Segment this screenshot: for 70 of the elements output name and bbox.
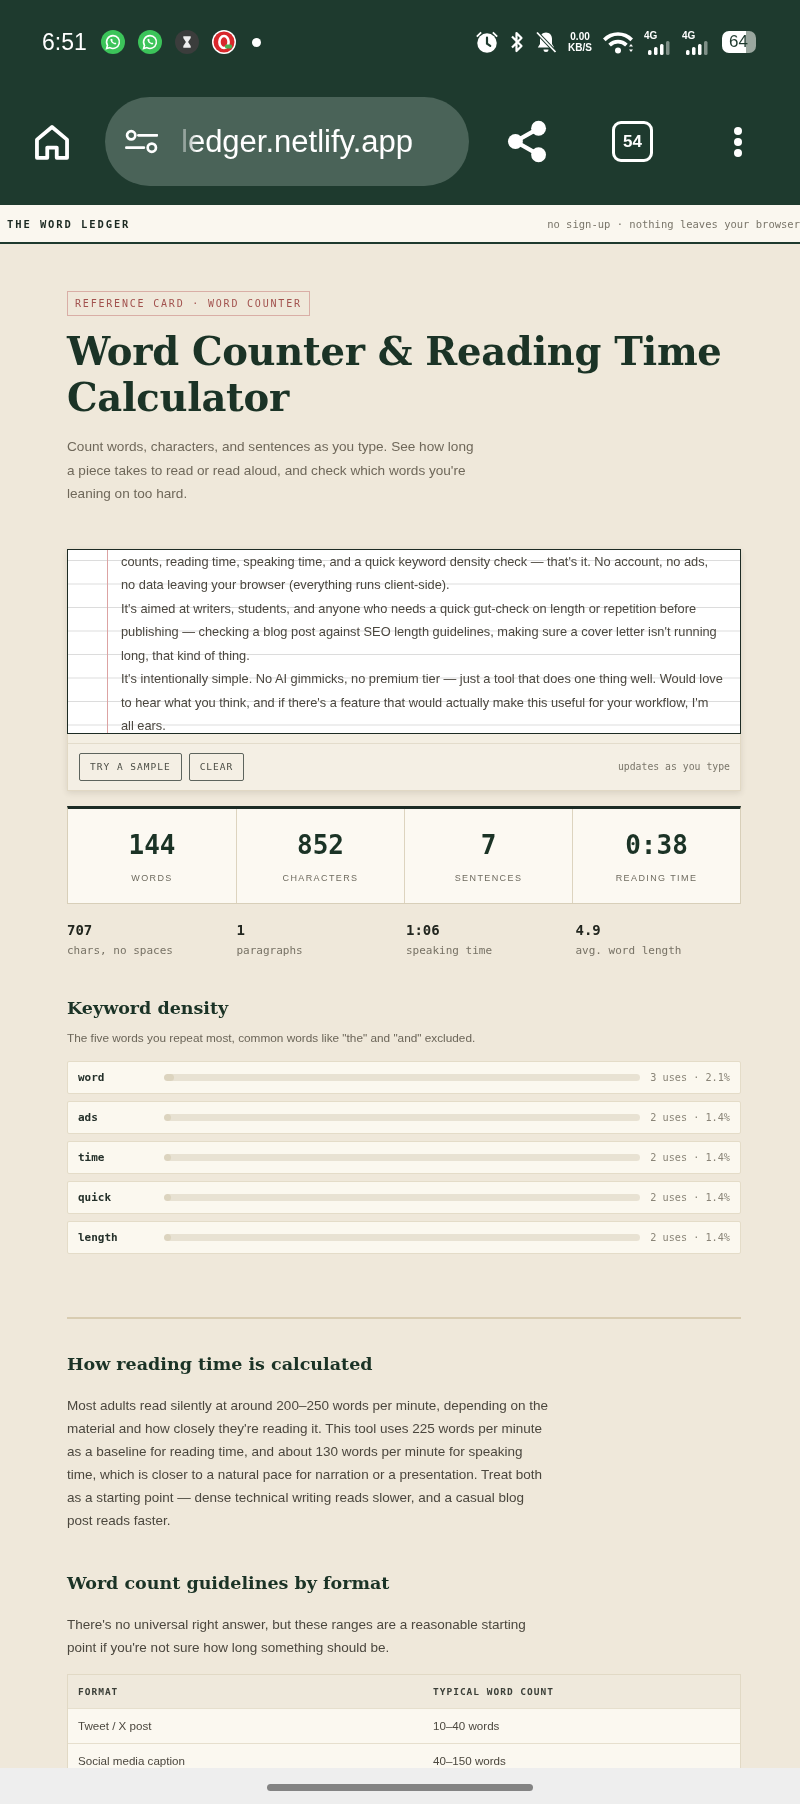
network-type-label: 4G bbox=[682, 29, 696, 41]
url-text[interactable]: ledger.netlify.app bbox=[181, 123, 414, 160]
keyword-text: quick bbox=[78, 1190, 113, 1204]
bluetooth-icon bbox=[510, 30, 525, 54]
share-button[interactable] bbox=[507, 120, 547, 163]
network-speed-value: 0.00 bbox=[570, 31, 590, 42]
chat-bubble-icon bbox=[137, 30, 162, 54]
intro-text: Count words, characters, and sentences as you type. See how long a piece takes to read or read aloud, and check which words you're leaning on too hard. bbox=[67, 438, 475, 503]
keyword-count: 2 uses · 1.4% bbox=[650, 1111, 730, 1123]
section-heading: How reading time is calculated bbox=[67, 1352, 373, 1376]
keyword-count: 2 uses · 1.4% bbox=[650, 1151, 730, 1163]
keyword-count: 2 uses · 1.4% bbox=[650, 1191, 730, 1203]
stat-label: speaking time bbox=[406, 942, 493, 959]
hourglass-icon bbox=[174, 30, 199, 54]
battery-indicator: 64 bbox=[722, 31, 756, 53]
network-type-label: 4G bbox=[644, 29, 658, 41]
tab-switcher-button[interactable]: 54 bbox=[612, 121, 653, 162]
table-cell: 40–150 words bbox=[423, 1742, 740, 1768]
stat-value: 7 bbox=[480, 829, 497, 860]
section-description: The five words you repeat most, common words like "the" and "and" excluded. bbox=[67, 1029, 476, 1047]
chat-bubble-icon bbox=[100, 30, 125, 54]
keyword-text: time bbox=[78, 1150, 106, 1164]
network-speed-unit: KB/S bbox=[568, 42, 592, 53]
stat-label: WORDS bbox=[131, 871, 173, 884]
home-icon bbox=[33, 122, 71, 161]
stat-value: 144 bbox=[128, 829, 176, 860]
stat-value: 707 bbox=[67, 920, 93, 940]
stat-label: SENTENCES bbox=[454, 871, 523, 884]
wifi-icon bbox=[602, 30, 634, 54]
address-bar[interactable]: ledger.netlify.app bbox=[105, 97, 469, 186]
stat-value: 852 bbox=[297, 829, 344, 860]
notification-dot-icon bbox=[251, 37, 261, 47]
share-icon bbox=[507, 120, 547, 163]
ring-icon bbox=[211, 30, 236, 54]
keyword-text: word bbox=[78, 1070, 106, 1084]
stat-label: CHARACTERS bbox=[282, 871, 359, 884]
stat-label: paragraphs bbox=[236, 942, 303, 959]
table-cell: Tweet / X post bbox=[68, 1707, 423, 1743]
stat-label: avg. word length bbox=[575, 942, 682, 959]
site-tagline: no sign-up · nothing leaves your browser bbox=[547, 217, 800, 230]
table-cell: 10–40 words bbox=[423, 1707, 740, 1743]
home-button[interactable] bbox=[33, 122, 71, 161]
sliders-icon[interactable] bbox=[125, 129, 158, 154]
page-title: Word Counter & Reading Time Calculator bbox=[67, 329, 723, 421]
stat-label: chars, no spaces bbox=[67, 942, 173, 959]
clear-button[interactable]: CLEAR bbox=[188, 752, 245, 781]
stat-value: 1:06 bbox=[406, 920, 440, 940]
table-cell: Social media caption bbox=[68, 1742, 423, 1768]
update-hint: updates as you type bbox=[617, 761, 730, 772]
section-heading: Keyword density bbox=[67, 996, 229, 1020]
stat-value: 1 bbox=[236, 920, 245, 940]
bell-muted-icon bbox=[534, 30, 559, 54]
stat-value: 4.9 bbox=[575, 920, 601, 940]
keyword-text: length bbox=[78, 1230, 119, 1244]
keyword-count: 3 uses · 2.1% bbox=[650, 1071, 730, 1083]
gesture-handle[interactable] bbox=[267, 1784, 533, 1791]
text-input-field[interactable]: counts, reading time, speaking time, and a quick keyword density check — that's it. No account, no ads, no data leaving your browser (everything runs client-side). It's aimed at writers, students, and anyone who needs a quick gut-check on length or repetition before publishing — checking a blog post against SEO length guidelines, making sure a cover letter isn't running long, that kind of thing. It's intentionally simple. No AI gimmicks, no premium tier — just a tool that does one thing well. Would love to hear what you think, and if there's a feature that would actually make this useful for your workflow, I'm all ears. bbox=[67, 548, 741, 734]
more-options-button[interactable] bbox=[734, 126, 742, 157]
section-tag: REFERENCE CARD · WORD COUNTER bbox=[67, 291, 310, 316]
status-time: 6:51 bbox=[42, 28, 87, 56]
sample-button[interactable]: TRY A SAMPLE bbox=[79, 752, 182, 781]
body-text: Most adults read silently at around 200–250 words per minute, depending on the material and how closely they're reading it. This tool uses 225 words per minute as a baseline for reading time, and about 130 words per minute for speaking time, which is closer to a natural pace for narration or a presentation. Treat both as a starting point — dense technical writing reads slower, and a casual blog post reads faster. bbox=[67, 1396, 550, 1530]
site-brand[interactable]: THE WORD LEDGER bbox=[7, 217, 131, 230]
section-heading: Word count guidelines by format bbox=[67, 1571, 390, 1595]
keyword-text: ads bbox=[78, 1110, 99, 1124]
keyword-count: 2 uses · 1.4% bbox=[650, 1231, 730, 1243]
stat-value: 0:38 bbox=[625, 829, 688, 860]
more-icon bbox=[734, 126, 742, 157]
stat-label: READING TIME bbox=[615, 871, 698, 884]
body-text: There's no universal right answer, but these ranges are a reasonable starting point if you're not sure how long something should be. bbox=[67, 1615, 527, 1657]
